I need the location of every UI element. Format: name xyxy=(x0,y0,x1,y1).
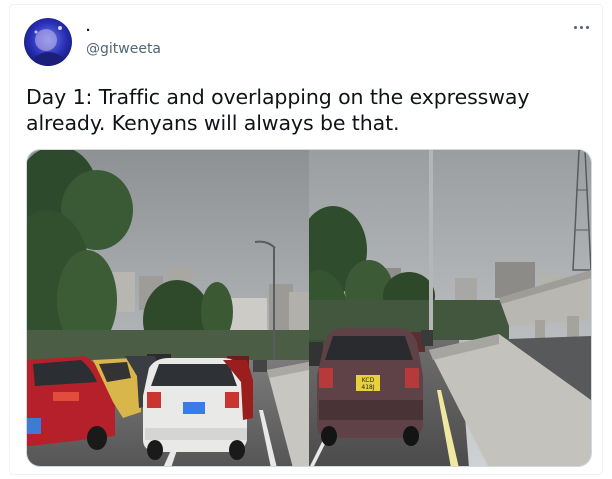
more-options-button[interactable] xyxy=(568,18,594,36)
photo-traffic-left[interactable] xyxy=(27,150,309,466)
display-name[interactable]: . xyxy=(86,18,90,36)
user-handle[interactable]: @gitweeta xyxy=(86,40,161,58)
more-horizontal-icon xyxy=(573,25,577,29)
tweet-media: KCD 418J xyxy=(26,149,592,467)
photo-traffic-right[interactable]: KCD 418J xyxy=(309,150,591,466)
plate-line-1: KCD xyxy=(362,377,375,384)
avatar[interactable] xyxy=(24,18,72,66)
plate-line-2: 418J xyxy=(361,384,374,391)
tweet-text: Day 1: Traffic and overlapping on the ex… xyxy=(26,85,530,135)
